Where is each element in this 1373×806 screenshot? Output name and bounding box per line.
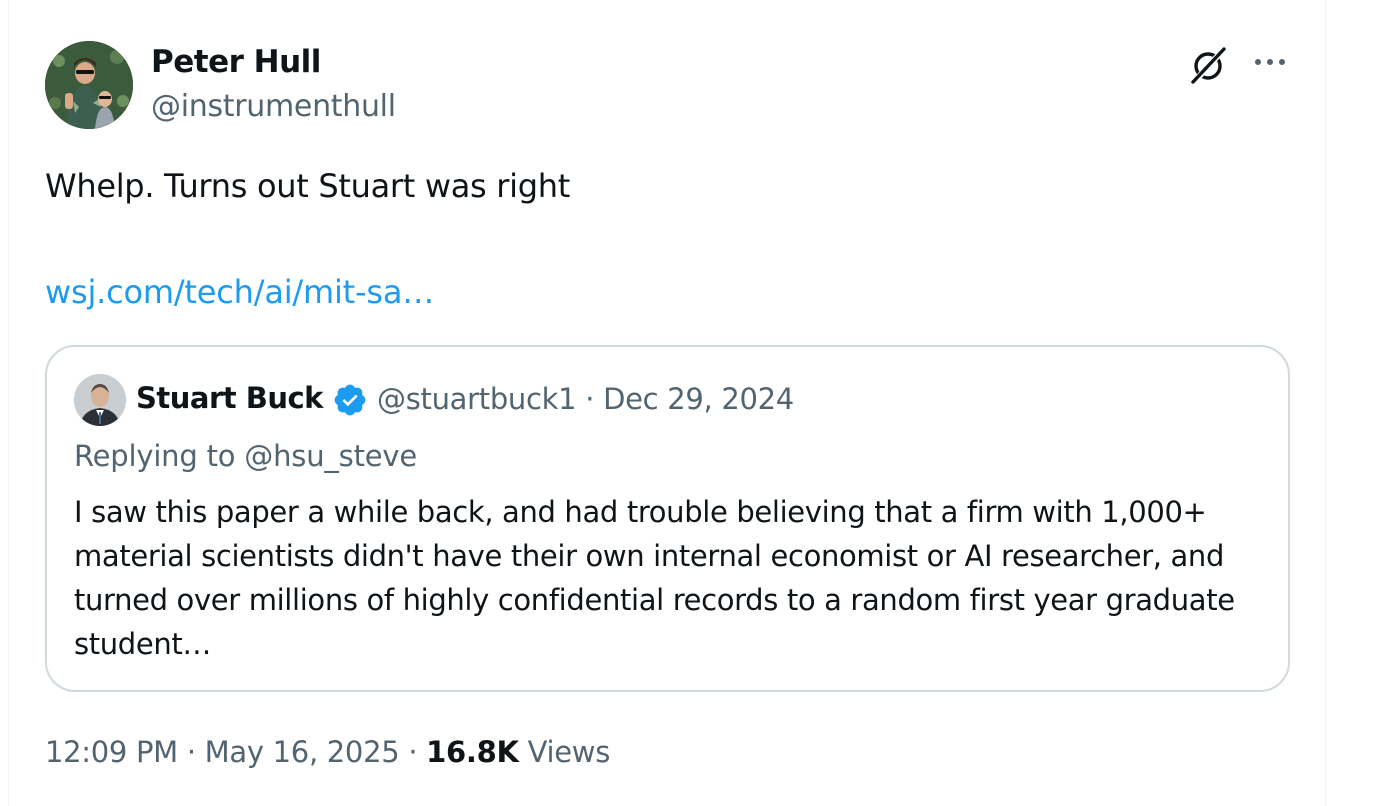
quoted-author-name[interactable]: Stuart Buck — [136, 381, 323, 415]
quoted-tweet-text: I saw this paper a while back, and had t… — [74, 495, 1235, 661]
views-count: 16.8K — [426, 735, 519, 769]
tweet-time[interactable]: 12:09 PM — [45, 735, 178, 769]
quoted-author-avatar-image — [74, 374, 126, 426]
timeline-right-border — [1325, 0, 1326, 806]
quoted-tweet-card[interactable]: Stuart Buck @stuartbuck1 · Dec 29, 2024 … — [45, 345, 1290, 692]
author-name[interactable]: Peter Hull — [151, 44, 321, 80]
timeline-left-border — [8, 0, 9, 806]
author-handle[interactable]: @instrumenthull — [151, 89, 396, 124]
tweet-link[interactable]: wsj.com/tech/ai/mit-sa… — [45, 273, 434, 311]
footer-separator: · — [186, 735, 196, 769]
quoted-tweet-meta: @stuartbuck1 · Dec 29, 2024 — [377, 382, 794, 416]
tweet-footer: 12:09 PM · May 16, 2025 · 16.8K Views — [45, 735, 610, 769]
quoted-author-avatar[interactable] — [74, 374, 126, 426]
tweet-text: Whelp. Turns out Stuart was right — [45, 167, 570, 205]
grok-icon[interactable] — [1189, 45, 1229, 85]
author-avatar-image — [45, 41, 133, 129]
views-label: Views — [527, 735, 611, 769]
quoted-tweet-date[interactable]: Dec 29, 2024 — [603, 382, 794, 416]
footer-separator: · — [408, 735, 418, 769]
verified-badge-icon — [332, 382, 368, 418]
more-icon[interactable] — [1252, 52, 1288, 72]
author-avatar[interactable] — [45, 41, 133, 129]
meta-separator: · — [585, 382, 595, 416]
tweet-page: Peter Hull @instrumenthull Whelp. Turns … — [0, 0, 1373, 806]
replying-to: Replying to @hsu_steve — [74, 439, 418, 473]
tweet-date[interactable]: May 16, 2025 — [205, 735, 400, 769]
quoted-author-handle[interactable]: @stuartbuck1 — [377, 382, 577, 416]
